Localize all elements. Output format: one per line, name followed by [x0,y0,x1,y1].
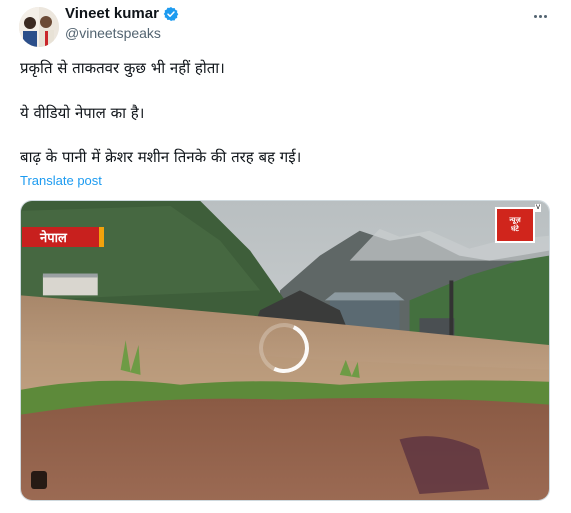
author-name-text[interactable]: Vineet kumar [65,5,159,22]
author-name[interactable]: Vineet kumar [65,5,179,22]
channel-logo-badge: V [535,204,541,212]
channel-logo-line-2: घंटे [511,225,519,233]
location-tag: नेपाल [22,227,104,247]
location-tag-text: नेपाल [40,231,67,246]
avatar[interactable] [19,7,59,47]
video-control-button[interactable] [31,471,47,489]
channel-logo-line-1: न्यूज़ [509,216,521,224]
author-handle[interactable]: @vineetspeaks [65,25,161,41]
channel-logo: न्यूज़ घंटे [495,207,535,243]
verified-badge-icon [163,6,179,22]
post-text-line-2: ये वीडियो नेपाल का है। [20,104,145,122]
post-text-line-1: प्रकृति से ताकतवर कुछ भी नहीं होता। [20,59,225,77]
post-text-line-3: बाढ़ के पानी में क्रेशर मशीन तिनके की तर… [20,148,302,166]
tweet-card: Vineet kumar @vineetspeaks प्रकृति से ता… [0,0,571,513]
translate-post-link[interactable]: Translate post [20,173,102,188]
more-options-icon[interactable] [528,6,552,26]
video-player[interactable]: नेपाल न्यूज़ घंटे V [20,200,550,501]
